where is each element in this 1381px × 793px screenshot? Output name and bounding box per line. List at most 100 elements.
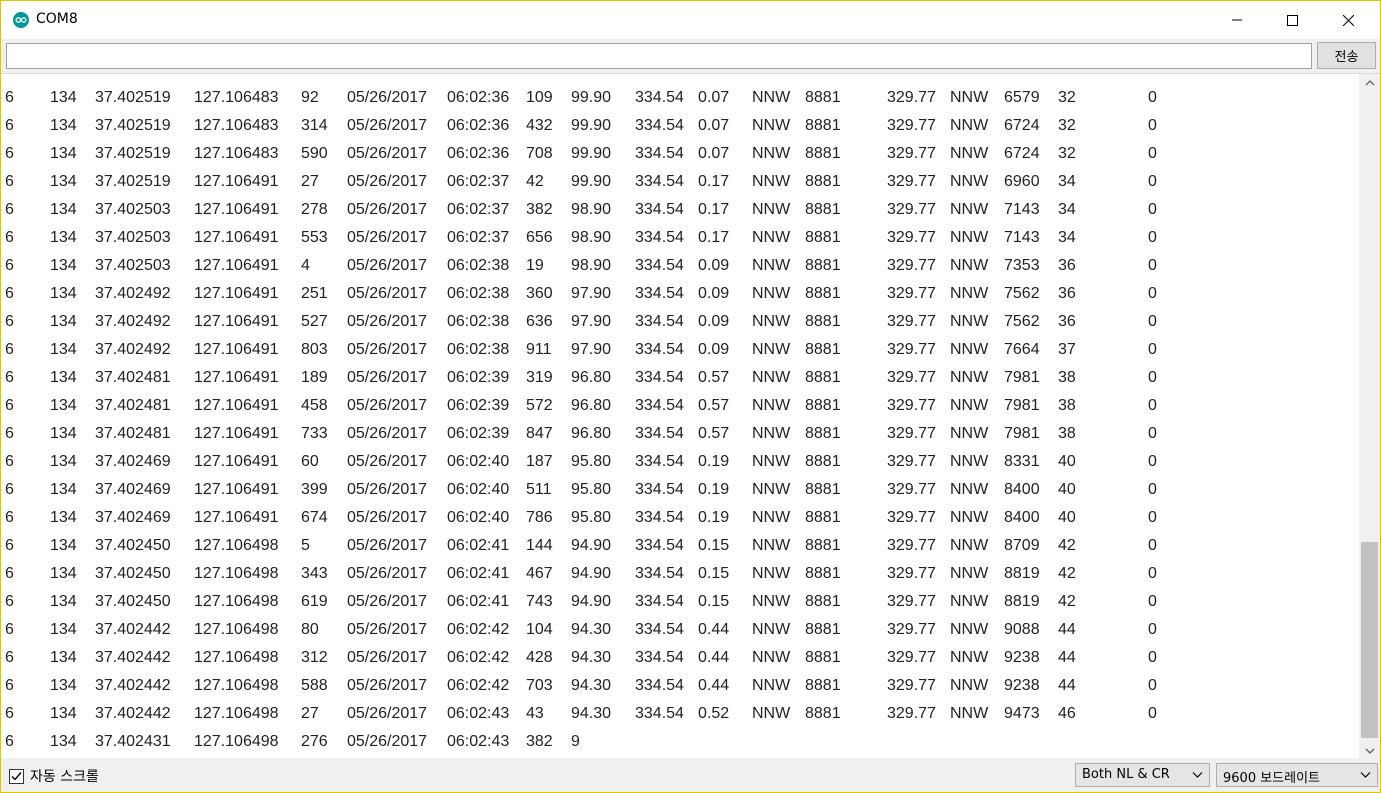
output-field: NNW: [752, 649, 791, 666]
output-field: 9473: [1004, 705, 1040, 722]
output-field: 329.77: [887, 649, 936, 666]
output-field: 0.17: [698, 229, 730, 246]
output-field: 0.15: [698, 565, 730, 582]
output-field: 527: [301, 313, 328, 330]
output-field: 32: [1058, 117, 1076, 134]
output-field: 05/26/2017: [347, 397, 428, 414]
output-field: 34: [1058, 201, 1076, 218]
output-field: 06:02:37: [447, 229, 510, 246]
output-field: 127.106498: [194, 705, 279, 722]
output-field: 8881: [805, 481, 841, 498]
output-field: NNW: [752, 425, 791, 442]
output-field: 37.402519: [95, 89, 171, 106]
line-ending-select[interactable]: Both NL & CR: [1075, 763, 1210, 787]
output-field: 6: [5, 145, 14, 162]
output-field: 37.402481: [95, 425, 171, 442]
output-field: 6: [5, 453, 14, 470]
output-field: 06:02:35: [447, 74, 509, 79]
output-field: 37.402442: [95, 705, 171, 722]
output-field: NNW: [752, 369, 791, 386]
output-field: 334.54: [635, 705, 684, 722]
checkmark-icon: [11, 771, 22, 781]
output-field: 0: [1148, 201, 1157, 218]
output-field: 38: [1058, 369, 1076, 386]
output-field: 94.90: [571, 593, 612, 610]
output-field: 127.106491: [194, 453, 279, 470]
maximize-button[interactable]: [1269, 1, 1315, 39]
output-field: 0: [1148, 537, 1157, 554]
close-button[interactable]: [1325, 1, 1371, 39]
output-field: 96.80: [571, 397, 612, 414]
output-field: 8881: [805, 89, 841, 106]
output-field: 6: [5, 621, 14, 638]
minimize-button[interactable]: [1214, 1, 1260, 39]
output-line: 6 134 37.402503 127.106491 4 05/26/2017 06:02:…: [1, 253, 1359, 281]
output-field: 334.54: [635, 313, 684, 330]
output-field: 6960: [1004, 173, 1040, 190]
output-field: 37.402450: [95, 593, 171, 610]
output-field: 05/26/2017: [347, 117, 428, 134]
output-field: 329.77: [887, 117, 936, 134]
output-field: 0: [1148, 397, 1157, 414]
output-field: 329.77: [887, 341, 936, 358]
output-field: 312: [301, 649, 328, 666]
output-field: 34: [1058, 173, 1076, 190]
output-field: 95.80: [571, 481, 612, 498]
serial-input[interactable]: [6, 43, 1312, 69]
output-field: 8881: [805, 173, 841, 190]
output-field: 127.106491: [194, 425, 279, 442]
output-field: 8881: [805, 285, 841, 302]
window-title: COM8: [36, 11, 78, 27]
output-field: 8881: [805, 593, 841, 610]
scroll-down-button[interactable]: [1359, 742, 1380, 758]
output-field: 743: [526, 593, 553, 610]
autoscroll-toggle[interactable]: 자동 스크롤: [9, 766, 99, 786]
output-field: 97.90: [571, 341, 612, 358]
output-field: 06:02:41: [447, 537, 510, 554]
output-field: 05/26/2017: [347, 74, 427, 79]
output-field: 6724: [1004, 117, 1040, 134]
output-field: 06:02:42: [447, 621, 510, 638]
send-button[interactable]: 전송: [1317, 42, 1376, 69]
output-line: 6 134 37.402450 127.106498 619 05/26/2017 06:0…: [1, 589, 1359, 617]
output-field: 05/26/2017: [347, 705, 428, 722]
output-field: 334.54: [635, 677, 684, 694]
baud-rate-select[interactable]: 9600 보드레이트: [1216, 763, 1378, 787]
output-field: 127.106483: [194, 89, 279, 106]
output-line: 6 134 37.402481 127.106491 733 05/26/2017 06:0…: [1, 421, 1359, 449]
scroll-thumb[interactable]: [1361, 542, 1378, 738]
output-field: 0.57: [698, 425, 730, 442]
scroll-up-button[interactable]: [1359, 74, 1380, 91]
output-field: 6: [5, 313, 14, 330]
autoscroll-checkbox[interactable]: [9, 768, 24, 784]
output-field: 5: [301, 537, 310, 554]
output-field: 6: [5, 537, 14, 554]
title-bar: COM8: [1, 1, 1380, 39]
output-field: 94.30: [571, 705, 612, 722]
output-field: 05/26/2017: [347, 89, 428, 106]
output-field: 127.106483: [194, 145, 279, 162]
vertical-scrollbar[interactable]: [1359, 74, 1380, 758]
output-field: 144: [526, 537, 553, 554]
output-field: 42: [1058, 537, 1076, 554]
output-field: 134: [50, 369, 77, 386]
output-field: 334.54: [635, 201, 684, 218]
output-field: 134: [50, 257, 77, 274]
serial-output-area[interactable]: 6 134 37.402531 127.106483 826 05/26/2017 06:0…: [1, 73, 1380, 758]
output-line: 6 134 37.402442 127.106498 80 05/26/2017 06:02…: [1, 617, 1359, 645]
output-field: 06:02:42: [447, 677, 510, 694]
output-field: 329.77: [887, 74, 936, 79]
output-line: 6 134 37.402481 127.106491 458 05/26/2017 06:0…: [1, 393, 1359, 421]
output-field: 9238: [1004, 677, 1040, 694]
output-field: 05/26/2017: [347, 313, 428, 330]
output-field: NNW: [950, 509, 989, 526]
output-line: 6 134 37.402519 127.106483 92 05/26/2017 06:02…: [1, 85, 1359, 113]
output-field: 334.54: [635, 649, 684, 666]
output-field: 8881: [805, 537, 841, 554]
output-field: 329.77: [887, 173, 936, 190]
output-field: 94.30: [571, 649, 612, 666]
output-field: 703: [526, 677, 553, 694]
output-field: NNW: [950, 453, 989, 470]
output-field: 7562: [1004, 285, 1040, 302]
output-field: 9088: [1004, 621, 1040, 638]
